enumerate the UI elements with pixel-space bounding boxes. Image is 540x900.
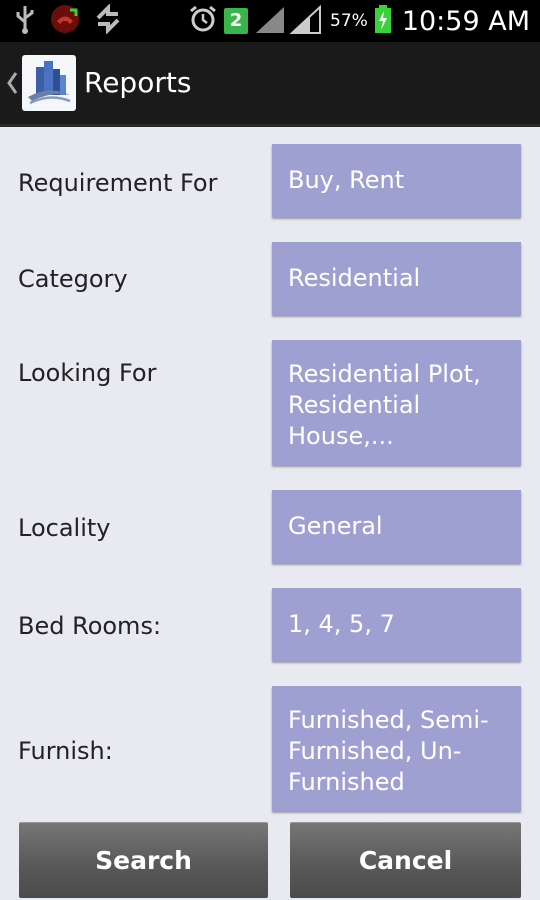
looking-for-row: Looking For Residential Plot, Residentia… [0,339,540,467]
search-button[interactable]: Search [19,822,268,898]
furnish-label: Furnish: [18,737,113,765]
locality-field[interactable]: General [272,490,521,563]
status-bar: 2 57% 10:59 AM [0,0,540,42]
furnish-row: Furnish: Furnished, Semi-Furnished, Un-F… [0,685,540,813]
locality-label: Locality [18,514,111,542]
cancel-button[interactable]: Cancel [290,822,521,898]
signal-icon [254,3,324,39]
bed-rooms-field[interactable]: 1, 4, 5, 7 [272,588,521,661]
missed-call-icon [50,4,80,38]
battery-charging-icon [374,4,392,38]
looking-for-field[interactable]: Residential Plot, Residential House,... [272,340,521,465]
back-chevron-icon[interactable] [6,69,18,101]
notification-count-badge: 2 [224,8,249,34]
battery-percent: 57% [330,11,368,31]
alarm-icon [188,4,218,38]
status-bar-right: 2 57% 10:59 AM [188,0,530,42]
requirement-for-label: Requirement For [18,169,218,197]
looking-for-label: Looking For [18,359,157,387]
screen-title: Reports [84,66,192,99]
requirement-for-row: Requirement For Buy, Rent [0,143,540,219]
requirement-for-field[interactable]: Buy, Rent [272,144,521,217]
sync-icon [94,3,122,38]
locality-row: Locality General [0,489,540,565]
category-row: Category Residential [0,241,540,317]
bed-rooms-row: Bed Rooms: 1, 4, 5, 7 [0,587,540,663]
app-logo-icon[interactable] [22,55,76,111]
category-label: Category [18,265,128,293]
usb-icon [14,4,36,38]
bed-rooms-label: Bed Rooms: [18,612,162,640]
clock-time: 10:59 AM [401,5,530,37]
action-bar: Reports [0,42,540,127]
category-field[interactable]: Residential [272,242,521,315]
status-bar-left [14,3,122,38]
furnish-field[interactable]: Furnished, Semi-Furnished, Un-Furnished [272,686,521,811]
